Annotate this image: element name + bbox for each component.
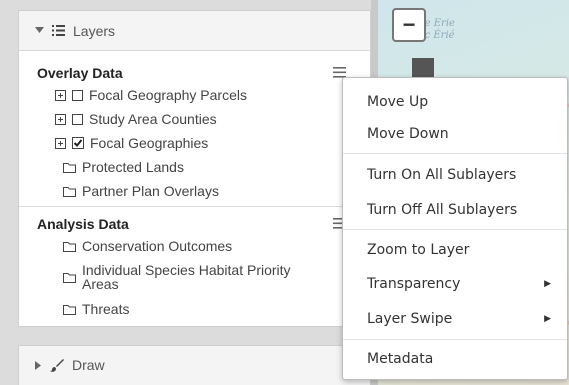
layer-row-study-area-counties[interactable]: Study Area Counties — [55, 111, 217, 127]
layer-label: Focal Geographies — [90, 135, 209, 151]
draw-card: Draw — [18, 345, 371, 385]
overlay-data-title: Overlay Data — [37, 65, 123, 81]
folder-icon — [63, 304, 76, 315]
checkbox-unchecked[interactable] — [72, 89, 83, 101]
checkbox-unchecked[interactable] — [72, 113, 83, 125]
menu-item-label: Layer Swipe — [367, 311, 453, 327]
menu-separator — [343, 153, 567, 154]
menu-separator — [343, 339, 567, 340]
menu-item-turn-off-all-sublayers[interactable]: Turn Off All Sublayers — [367, 197, 557, 223]
folder-icon — [63, 186, 76, 197]
layer-row-protected-lands[interactable]: Protected Lands — [63, 159, 184, 175]
submenu-arrow-icon: ▶ — [544, 279, 551, 289]
layer-label: Conservation Outcomes — [82, 238, 233, 254]
layer-row-partner-plan-overlays[interactable]: Partner Plan Overlays — [63, 183, 219, 199]
menu-item-label: Transparency — [367, 276, 461, 292]
collapse-arrow-icon[interactable] — [35, 27, 44, 34]
layer-row-focal-geography-parcels[interactable]: Focal Geography Parcels — [55, 87, 247, 103]
menu-item-move-down[interactable]: Move Down — [367, 121, 557, 147]
expand-icon[interactable] — [55, 113, 66, 125]
layer-label: Study Area Counties — [89, 111, 217, 127]
layer-label: Individual Species Habitat Priority Area… — [82, 263, 332, 291]
layer-row-conservation-outcomes[interactable]: Conservation Outcomes — [63, 238, 232, 254]
layer-row-species-habitat[interactable]: Individual Species Habitat Priority Area… — [63, 263, 332, 291]
left-panel: Layers Overlay Data Focal Geography Parc… — [0, 0, 371, 385]
layer-label: Focal Geography Parcels — [89, 87, 247, 103]
layers-header[interactable]: Layers — [19, 11, 370, 51]
layer-row-focal-geographies[interactable]: Focal Geographies — [55, 135, 208, 151]
layers-title: Layers — [73, 22, 116, 39]
submenu-arrow-icon: ▶ — [544, 314, 551, 324]
menu-item-zoom-to-layer[interactable]: Zoom to Layer — [367, 237, 557, 263]
draw-header[interactable]: Draw — [19, 346, 370, 384]
menu-item-move-up[interactable]: Move Up — [367, 89, 557, 115]
menu-item-transparency[interactable]: Transparency ▶ — [367, 271, 557, 297]
folder-icon — [63, 241, 76, 252]
section-divider — [19, 206, 370, 207]
checkbox-checked-icon[interactable] — [72, 137, 84, 149]
zoom-out-button[interactable]: − — [392, 8, 426, 42]
menu-separator — [343, 229, 567, 230]
expand-icon[interactable] — [55, 89, 66, 101]
menu-item-metadata[interactable]: Metadata — [367, 346, 557, 372]
layer-context-menu: Move Up Move Down Turn On All Sublayers … — [342, 77, 568, 380]
folder-icon — [63, 272, 76, 283]
layer-label: Protected Lands — [82, 159, 184, 175]
menu-item-turn-on-all-sublayers[interactable]: Turn On All Sublayers — [367, 162, 557, 188]
analysis-data-title: Analysis Data — [37, 216, 129, 232]
draw-title: Draw — [72, 357, 105, 373]
expand-arrow-icon[interactable] — [35, 360, 42, 370]
brush-icon — [50, 358, 64, 372]
layer-label: Threats — [82, 301, 130, 317]
menu-item-layer-swipe[interactable]: Layer Swipe ▶ — [367, 306, 557, 332]
folder-icon — [63, 162, 76, 173]
layer-row-threats[interactable]: Threats — [63, 301, 129, 317]
expand-icon[interactable] — [55, 137, 66, 149]
layers-card: Layers Overlay Data Focal Geography Parc… — [18, 10, 371, 327]
list-icon — [52, 25, 65, 36]
layer-label: Partner Plan Overlays — [82, 183, 219, 199]
layer-label-line2: Areas — [82, 276, 119, 292]
